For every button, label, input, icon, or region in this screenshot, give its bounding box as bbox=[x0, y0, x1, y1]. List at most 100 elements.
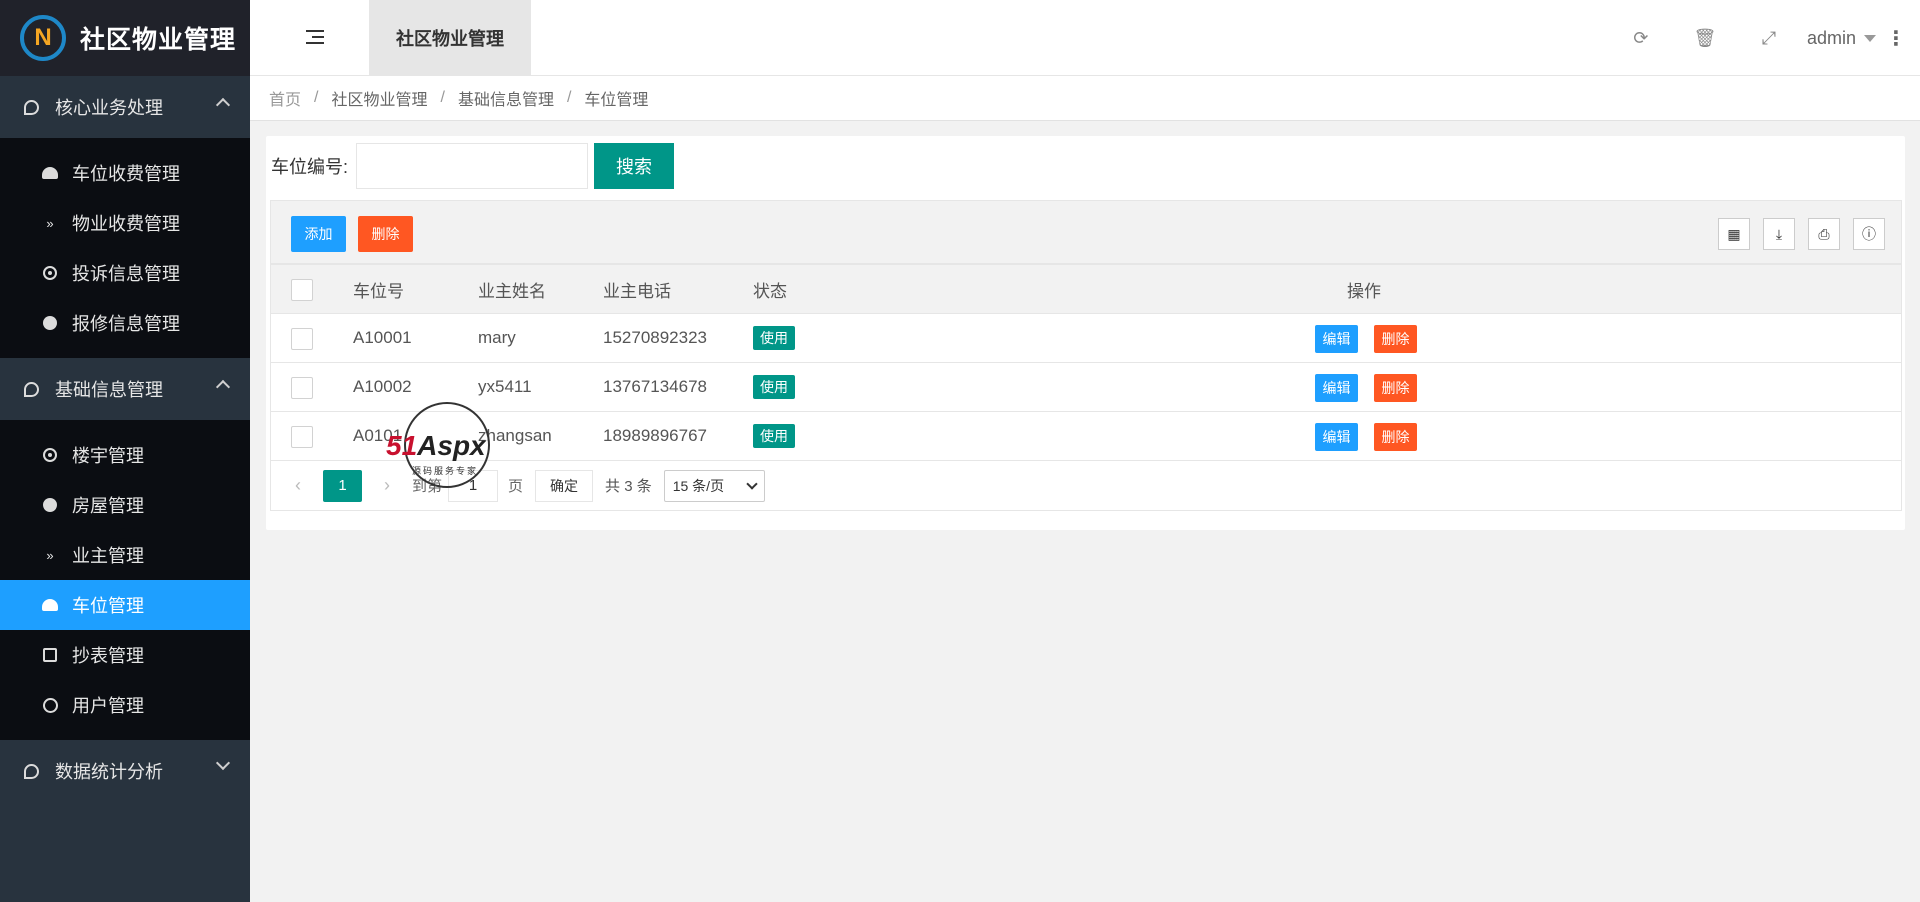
columns-filter-icon[interactable]: ▦ bbox=[1718, 218, 1750, 250]
chevron-up-icon bbox=[215, 379, 231, 395]
row-checkbox[interactable] bbox=[291, 328, 313, 350]
watermark-logo: 51Aspx 源码服务专家 bbox=[386, 402, 496, 512]
breadcrumb: 首页 / 社区物业管理 / 基础信息管理 / 车位管理 bbox=[250, 76, 1920, 121]
cell-phone: 13767134678 bbox=[603, 377, 708, 396]
search-label: 车位编号: bbox=[271, 157, 349, 177]
sidebar-item-house[interactable]: 房屋管理 bbox=[0, 480, 250, 530]
delete-button[interactable]: 删除 bbox=[1374, 423, 1417, 451]
status-badge: 使用 bbox=[753, 326, 795, 350]
breadcrumb-item[interactable]: 基础信息管理 bbox=[458, 86, 554, 110]
status-badge: 使用 bbox=[753, 375, 795, 399]
pagination: ‹ 1 › 到第 1 页 确定 共 3 条 15 条/页 bbox=[270, 461, 1902, 511]
chevron-up-icon bbox=[215, 97, 231, 113]
delete-button[interactable]: 删除 bbox=[1374, 325, 1417, 353]
search-button[interactable]: 搜索 bbox=[594, 143, 675, 189]
table-toolbar: 添加 删除 ▦ ⤓ ⎙ ⓘ bbox=[270, 200, 1902, 264]
logo[interactable]: N 社区物业管理 bbox=[0, 0, 250, 76]
bubble-icon bbox=[24, 763, 39, 779]
sidebar: N 社区物业管理 核心业务处理 车位收费管理 » 物业收费管理 投诉信息管理 报修… bbox=[0, 0, 250, 902]
column-header: 车位号 bbox=[353, 281, 404, 301]
sidebar-item-user[interactable]: 用户管理 bbox=[0, 680, 250, 730]
table-row: A10002 yx5411 13767134678 使用 编辑 删除 bbox=[271, 362, 1901, 411]
bubble-icon bbox=[24, 381, 39, 397]
status-badge: 使用 bbox=[753, 424, 795, 448]
more-icon[interactable]: ⋮ bbox=[1886, 26, 1906, 51]
print-icon[interactable]: ⎙ bbox=[1808, 218, 1840, 250]
content-card: 车位编号: 搜索 添加 删除 ▦ ⤓ ⎙ ⓘ 车位号 业主姓名 业主电话 状态 … bbox=[266, 136, 1905, 530]
cell-spot: A10002 bbox=[353, 377, 412, 396]
cell-spot: A10001 bbox=[353, 328, 412, 347]
column-header: 业主姓名 bbox=[478, 281, 546, 301]
submenu-basic: 楼宇管理 房屋管理 » 业主管理 车位管理 抄表管理 用户管理 bbox=[0, 420, 250, 740]
row-actions: 编辑 删除 bbox=[1315, 325, 1417, 353]
row-checkbox[interactable] bbox=[291, 426, 313, 448]
menu-group-core: 核心业务处理 车位收费管理 » 物业收费管理 投诉信息管理 报修信息管理 bbox=[0, 76, 250, 358]
edit-button[interactable]: 编辑 bbox=[1315, 325, 1358, 353]
user-menu[interactable]: admin bbox=[1807, 28, 1876, 49]
current-page[interactable]: 1 bbox=[323, 469, 362, 502]
info-icon[interactable]: ⓘ bbox=[1853, 218, 1885, 250]
sidebar-item-parking-fee[interactable]: 车位收费管理 bbox=[0, 148, 250, 198]
edit-icon bbox=[42, 647, 58, 663]
sidebar-item-property-fee[interactable]: » 物业收费管理 bbox=[0, 198, 250, 248]
fullscreen-icon[interactable]: ⤢ bbox=[1737, 28, 1801, 49]
dashboard-icon bbox=[42, 165, 58, 181]
export-icon[interactable]: ⤓ bbox=[1763, 218, 1795, 250]
sidebar-item-owner[interactable]: » 业主管理 bbox=[0, 530, 250, 580]
dashboard-icon bbox=[42, 597, 58, 613]
cell-owner: mary bbox=[478, 328, 516, 347]
sidebar-item-building[interactable]: 楼宇管理 bbox=[0, 430, 250, 480]
header-tab[interactable]: 社区物业管理 bbox=[369, 0, 531, 76]
cell-owner: yx5411 bbox=[478, 377, 532, 396]
breadcrumb-home[interactable]: 首页 bbox=[269, 86, 301, 110]
breadcrumb-current: 车位管理 bbox=[584, 92, 649, 109]
target-icon bbox=[42, 265, 58, 281]
chevron-down-icon bbox=[215, 755, 231, 771]
batch-delete-button[interactable]: 删除 bbox=[358, 216, 413, 252]
double-chevron-down-icon: » bbox=[46, 547, 54, 563]
table-row: A0101 zhangsan 18989896767 使用 编辑 删除 bbox=[271, 411, 1901, 460]
trash-icon[interactable]: 🗑 bbox=[1673, 28, 1737, 49]
row-checkbox[interactable] bbox=[291, 377, 313, 399]
edit-button[interactable]: 编辑 bbox=[1315, 374, 1358, 402]
sidebar-item-meter[interactable]: 抄表管理 bbox=[0, 630, 250, 680]
menu-head-basic[interactable]: 基础信息管理 bbox=[0, 358, 250, 420]
row-actions: 编辑 删除 bbox=[1315, 423, 1417, 451]
menu-group-basic: 基础信息管理 楼宇管理 房屋管理 » 业主管理 车位管理 抄表管理 用户管理 bbox=[0, 358, 250, 740]
up-circle-icon bbox=[42, 497, 58, 513]
spot-number-input[interactable] bbox=[356, 143, 589, 189]
bubble-icon bbox=[24, 99, 39, 115]
page-size-select[interactable]: 15 条/页 bbox=[663, 469, 765, 502]
submenu-core: 车位收费管理 » 物业收费管理 投诉信息管理 报修信息管理 bbox=[0, 138, 250, 358]
caret-down-icon bbox=[1864, 34, 1876, 42]
sidebar-item-complaint[interactable]: 投诉信息管理 bbox=[0, 248, 250, 298]
parking-table: 车位号 业主姓名 业主电话 状态 操作 A10001 mary 15270892… bbox=[270, 264, 1902, 461]
logo-icon: N bbox=[20, 15, 66, 61]
edit-button[interactable]: 编辑 bbox=[1315, 423, 1358, 451]
menu-toggle-icon[interactable] bbox=[306, 30, 324, 44]
table-row: A10001 mary 15270892323 使用 编辑 删除 bbox=[271, 313, 1901, 362]
top-header: 社区物业管理 ⟳ 🗑 ⤢ admin ⋮ bbox=[250, 0, 1920, 76]
watermark-tagline: 源码服务专家 bbox=[412, 466, 479, 476]
sidebar-item-parking[interactable]: 车位管理 bbox=[0, 580, 250, 630]
breadcrumb-item[interactable]: 社区物业管理 bbox=[331, 86, 427, 110]
add-button[interactable]: 添加 bbox=[291, 216, 346, 252]
delete-button[interactable]: 删除 bbox=[1374, 374, 1417, 402]
row-actions: 编辑 删除 bbox=[1315, 374, 1417, 402]
prev-page-icon[interactable]: ‹ bbox=[283, 475, 313, 496]
table-header: 车位号 业主姓名 业主电话 状态 操作 bbox=[271, 264, 1901, 313]
menu-head-core[interactable]: 核心业务处理 bbox=[0, 76, 250, 138]
menu-head-stats[interactable]: 数据统计分析 bbox=[0, 740, 250, 802]
cell-phone: 18989896767 bbox=[603, 426, 708, 445]
goto-confirm-button[interactable]: 确定 bbox=[535, 469, 594, 502]
column-header: 业主电话 bbox=[603, 281, 671, 301]
total-count: 共 3 条 bbox=[605, 478, 652, 495]
select-all-checkbox[interactable] bbox=[291, 279, 313, 301]
refresh-icon[interactable]: ⟳ bbox=[1609, 28, 1673, 49]
column-header: 操作 bbox=[1347, 281, 1381, 301]
menu-group-stats: 数据统计分析 bbox=[0, 740, 250, 802]
up-circle-icon bbox=[42, 315, 58, 331]
sidebar-item-repair[interactable]: 报修信息管理 bbox=[0, 298, 250, 348]
search-bar: 车位编号: 搜索 bbox=[271, 142, 675, 190]
page-label: 页 bbox=[508, 478, 524, 495]
